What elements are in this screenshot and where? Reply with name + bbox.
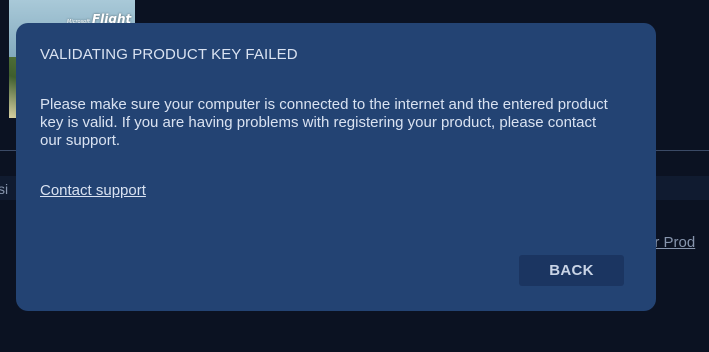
contact-support-link[interactable]: Contact support	[40, 182, 146, 199]
back-button[interactable]: BACK	[519, 255, 624, 286]
error-dialog: VALIDATING PRODUCT KEY FAILED Please mak…	[16, 23, 656, 311]
dialog-title: VALIDATING PRODUCT KEY FAILED	[40, 46, 298, 63]
dialog-message: Please make sure your computer is connec…	[40, 96, 608, 149]
background-strip-text: si	[0, 181, 9, 197]
